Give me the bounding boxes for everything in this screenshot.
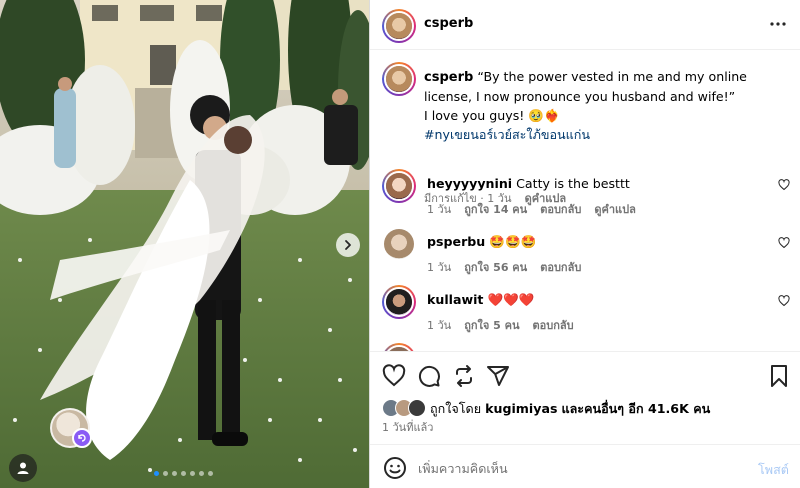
likes-suffix[interactable]: และคนอื่นๆ อีก 41.6K คน: [561, 401, 710, 416]
user-tag-icon: [17, 462, 29, 474]
more-horizontal-icon: [770, 22, 786, 26]
likes-text: ถูกใจโดย kugimiyas และคนอื่นๆ อีก 41.6K …: [430, 399, 710, 419]
carousel-dot: [199, 471, 204, 476]
comment-input[interactable]: [418, 457, 738, 479]
commenter-avatar[interactable]: [382, 169, 416, 203]
share-paper-plane-icon[interactable]: [486, 364, 510, 388]
caption-text: csperb “By the power vested in me and my…: [424, 67, 794, 144]
post-details-panel: csperb csperb “By the power vested in me…: [369, 0, 800, 488]
comment-likes[interactable]: ถูกใจ 14 คน: [464, 200, 527, 218]
heart-outline-icon[interactable]: [778, 237, 790, 249]
comment-age: 1 วัน: [427, 203, 452, 216]
comment-likes[interactable]: ถูกใจ 56 คน: [464, 258, 527, 276]
comment-bubble-icon[interactable]: [417, 364, 441, 388]
post-header: csperb: [370, 0, 800, 50]
user-tag-button[interactable]: [9, 454, 37, 482]
bookmark-icon[interactable]: [767, 364, 791, 388]
carousel-next-button[interactable]: [336, 233, 360, 257]
emoji-smiley-icon[interactable]: [383, 456, 407, 480]
comment-text: kullawit ❤️❤️❤️: [427, 292, 535, 308]
repost-icon[interactable]: [452, 364, 476, 388]
carousel-dot: [181, 471, 186, 476]
comment-body: Catty is the besttt: [516, 176, 630, 191]
heart-outline-icon[interactable]: [778, 295, 790, 307]
carousel-dot: [190, 471, 195, 476]
comment-item-partial: [370, 343, 800, 351]
caption-username[interactable]: csperb: [424, 70, 473, 85]
heart-outline-icon[interactable]: [382, 364, 406, 388]
likes-summary[interactable]: ถูกใจโดย kugimiyas และคนอื่นๆ อีก 41.6K …: [382, 398, 710, 420]
post-comment-button[interactable]: โพสต์: [758, 460, 789, 480]
comment-reply-button[interactable]: ตอบกลับ: [540, 200, 581, 218]
comment-meta: 1 วัน ถูกใจ 5 คน ตอบกลับ: [427, 316, 574, 334]
post-photo[interactable]: [0, 0, 369, 488]
comment-body: 🤩🤩🤩: [489, 234, 537, 249]
comment-reply-button[interactable]: ตอบกลับ: [540, 258, 581, 276]
comment-item: kullawit ❤️❤️❤️ 1 วัน ถูกใจ 5 คน ตอบกลับ: [370, 285, 800, 343]
comment-age: 1 วัน: [427, 319, 452, 332]
heart-outline-icon[interactable]: [778, 179, 790, 191]
likes-prefix: ถูกใจโดย: [430, 401, 482, 416]
comments-list[interactable]: csperb “By the power vested in me and my…: [370, 51, 800, 351]
post-timestamp[interactable]: 1 วันที่แล้ว: [382, 418, 433, 436]
more-options-button[interactable]: [768, 14, 788, 34]
comment-username[interactable]: kullawit: [427, 292, 483, 307]
liker-avatar: [408, 399, 426, 417]
comment-age: 1 วัน: [427, 261, 452, 274]
author-avatar[interactable]: [382, 9, 416, 43]
comment-username[interactable]: heyyyyynini: [427, 176, 512, 191]
audio-badge-icon[interactable]: [72, 428, 92, 448]
carousel-dot: [172, 471, 177, 476]
comment-username[interactable]: psperbu: [427, 234, 485, 249]
commenter-avatar[interactable]: [384, 229, 414, 259]
comment-meta: 1 วัน ถูกใจ 56 คน ตอบกลับ: [427, 258, 581, 276]
caption-body: “By the power vested in me and my online…: [424, 69, 747, 104]
comment-likes[interactable]: ถูกใจ 5 คน: [464, 316, 519, 334]
carousel-dot: [154, 471, 159, 476]
comment-translate-link[interactable]: ดูคำแปล: [594, 200, 636, 218]
comment-reply-button[interactable]: ตอบกลับ: [533, 316, 574, 334]
likes-user[interactable]: kugimiyas: [485, 401, 557, 416]
author-username[interactable]: csperb: [424, 16, 473, 31]
comment-meta: 1 วัน ถูกใจ 14 คน ตอบกลับ ดูคำแปล: [427, 200, 636, 218]
commenter-avatar[interactable]: [382, 343, 416, 351]
carousel-dots: [154, 471, 213, 476]
caption-hashtag[interactable]: #nyเขยนอร์เวย์สะใภ้ขอนแก่น: [424, 127, 590, 142]
add-comment-bar: โพสต์: [370, 444, 800, 488]
comment-text: heyyyyynini Catty is the besttt: [427, 176, 630, 191]
liker-avatars: [382, 399, 428, 419]
caption-avatar[interactable]: [382, 62, 416, 96]
comment-item: heyyyyynini Catty is the besttt 1 วัน ถู…: [370, 169, 800, 227]
chevron-right-icon: [345, 240, 351, 250]
comment-body: ❤️❤️❤️: [487, 292, 535, 307]
comment-text: psperbu 🤩🤩🤩: [427, 234, 536, 250]
carousel-dot: [208, 471, 213, 476]
caption-love-line: I love you guys! 🥹❤️‍🔥: [424, 108, 560, 123]
comment-item: psperbu 🤩🤩🤩 1 วัน ถูกใจ 56 คน ตอบกลับ: [370, 227, 800, 285]
carousel-dot: [163, 471, 168, 476]
post-actions: [370, 351, 800, 397]
commenter-avatar[interactable]: [382, 285, 416, 319]
